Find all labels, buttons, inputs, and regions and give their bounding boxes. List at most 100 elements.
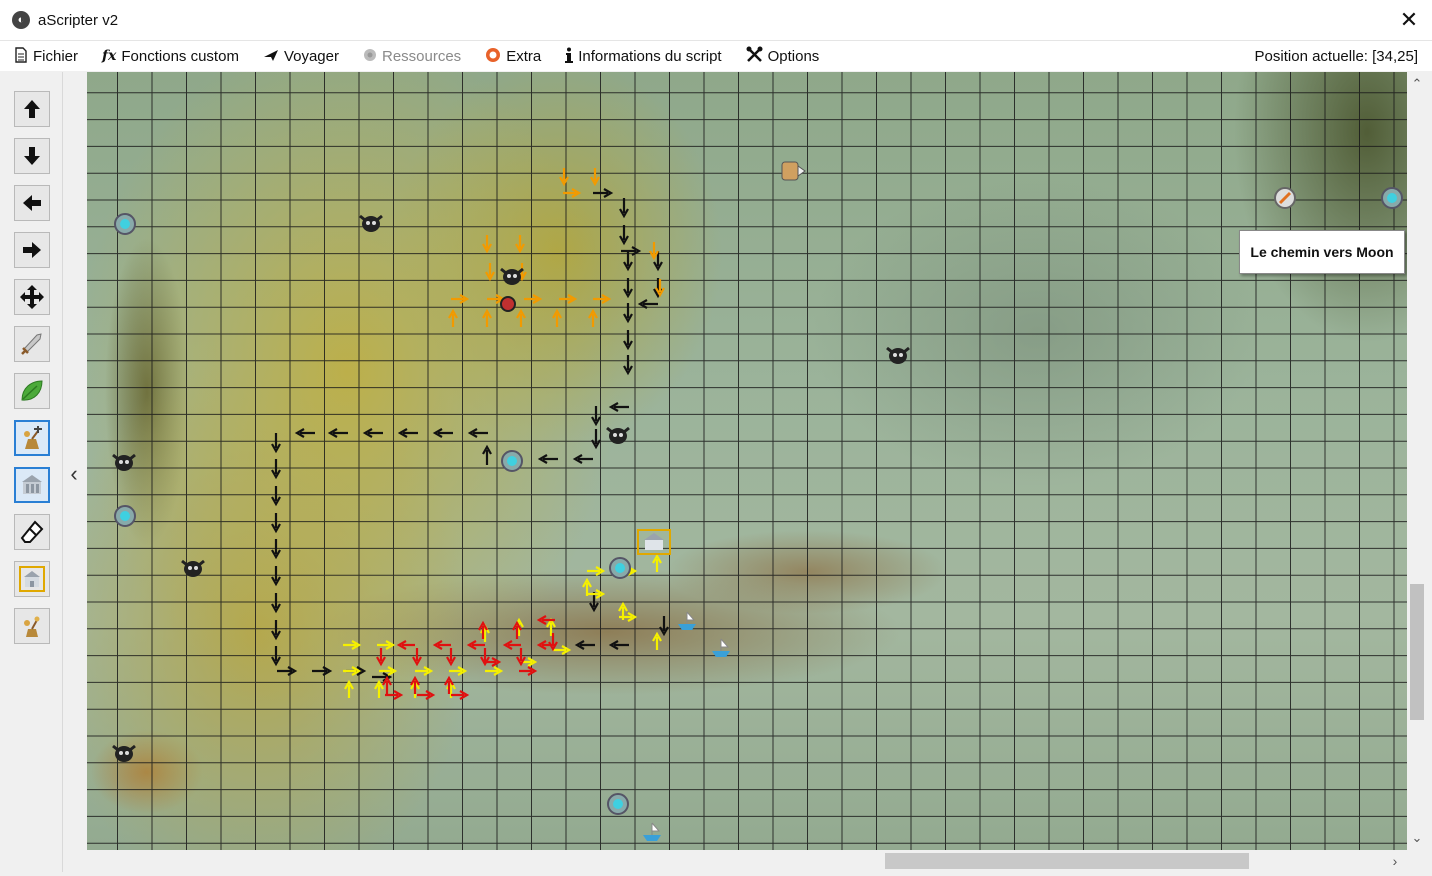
path-arrow: [502, 640, 521, 650]
path-arrow: [312, 666, 333, 676]
monster-icon: [500, 267, 524, 285]
path-arrow: [343, 640, 362, 650]
extra-icon: [485, 47, 501, 66]
scroll-down-arrow[interactable]: ⌄: [1407, 828, 1427, 848]
move-all-icon: [20, 285, 44, 309]
path-arrow: [649, 242, 659, 261]
menu-options[interactable]: Options: [732, 41, 830, 71]
zaap-move-button[interactable]: [14, 420, 50, 456]
menu-fichier[interactable]: Fichier: [0, 41, 88, 71]
collapse-panel-button[interactable]: ‹: [64, 456, 84, 492]
path-arrow: [591, 406, 601, 427]
horizontal-scrollbar[interactable]: ›: [87, 850, 1407, 872]
path-arrow: [448, 308, 458, 327]
path-arrow: [572, 454, 593, 464]
move-right-button[interactable]: [14, 232, 50, 268]
path-arrow: [559, 294, 578, 304]
horizontal-scroll-thumb[interactable]: [885, 853, 1249, 869]
arrow-right-icon: [23, 242, 41, 258]
app-logo-icon: ◐: [12, 11, 30, 29]
path-arrow: [362, 428, 383, 438]
move-down-button[interactable]: [14, 138, 50, 174]
path-arrow: [374, 679, 384, 698]
grid-lines: [87, 72, 1407, 850]
path-arrow: [485, 666, 504, 676]
path-arrow: [396, 640, 415, 650]
menu-ressources[interactable]: Ressources: [349, 41, 471, 71]
menu-bar: Fichier fx Fonctions custom Voyager Ress…: [0, 41, 1432, 71]
path-arrow: [519, 666, 538, 676]
menu-extra[interactable]: Extra: [471, 41, 551, 71]
path-arrow: [588, 308, 598, 327]
zaap-button[interactable]: [14, 608, 50, 644]
building-button[interactable]: [14, 561, 50, 597]
monster-icon: [181, 559, 205, 577]
zaap-portal-icon: [607, 793, 629, 815]
path-arrow: [417, 690, 436, 700]
gather-button[interactable]: [14, 373, 50, 409]
path-arrow: [451, 690, 470, 700]
player-position-icon: [500, 296, 516, 312]
scroll-right-arrow[interactable]: ›: [1385, 850, 1405, 872]
fight-button[interactable]: [14, 326, 50, 362]
world-map[interactable]: [87, 72, 1407, 850]
tool-panel: [0, 72, 63, 872]
vertical-scroll-thumb[interactable]: [1410, 584, 1424, 720]
move-up-button[interactable]: [14, 91, 50, 127]
menu-voyager[interactable]: Voyager: [249, 41, 349, 71]
resource-icon: [363, 48, 377, 65]
path-arrow: [432, 428, 453, 438]
info-icon: [565, 47, 574, 66]
monster-icon: [359, 214, 383, 232]
path-arrow: [344, 679, 354, 698]
close-button[interactable]: ✕: [1386, 0, 1432, 40]
zaap-portal-icon: [1381, 187, 1403, 209]
move-left-button[interactable]: [14, 185, 50, 221]
eraser-button[interactable]: [14, 514, 50, 550]
path-arrow: [652, 553, 662, 572]
path-arrow: [553, 645, 572, 655]
menu-informations[interactable]: Informations du script: [551, 41, 731, 71]
path-arrow: [379, 666, 398, 676]
monster-icon: [886, 346, 910, 364]
vertical-scrollbar[interactable]: ⌃ ⌄: [1407, 72, 1427, 850]
path-arrow: [467, 428, 488, 438]
path-arrow: [652, 631, 662, 650]
move-all-button[interactable]: [14, 279, 50, 315]
zaap-icon: [24, 426, 42, 449]
path-arrow: [377, 640, 396, 650]
zaap-portal-icon: [609, 557, 631, 579]
zaap-portal-icon: [114, 213, 136, 235]
bank-button[interactable]: [14, 467, 50, 503]
zaap-small-icon: [24, 616, 40, 637]
current-position: Position actuelle: [34,25]: [1254, 47, 1418, 65]
scroll-up-arrow[interactable]: ⌃: [1407, 74, 1427, 94]
path-arrow: [559, 168, 569, 187]
menu-extra-label: Extra: [506, 47, 542, 65]
map-tooltip: Le chemin vers Moon: [1239, 230, 1405, 274]
arrow-left-icon: [23, 195, 41, 211]
file-icon: [14, 46, 28, 66]
boat-icon: [643, 822, 661, 841]
path-arrow: [608, 640, 629, 650]
menu-ressources-label: Ressources: [381, 47, 462, 65]
map-grid: [87, 72, 1407, 850]
path-arrow: [659, 616, 669, 637]
path-arrow: [451, 294, 470, 304]
path-arrow: [619, 225, 629, 246]
path-arrow: [619, 198, 629, 219]
path-arrow: [482, 308, 492, 327]
path-arrow: [482, 235, 492, 254]
path-arrow: [327, 428, 348, 438]
monster-icon: [112, 744, 136, 762]
eraser-icon: [20, 520, 44, 543]
building-icon: [19, 566, 45, 592]
path-arrow: [277, 666, 298, 676]
menu-fonctions-custom[interactable]: fx Fonctions custom: [88, 41, 249, 71]
lantern-icon: [781, 161, 806, 181]
path-arrow: [271, 433, 281, 454]
menu-options-label: Options: [767, 47, 820, 65]
arrow-up-icon: [24, 100, 40, 118]
compass-icon: [1274, 187, 1296, 209]
path-arrow: [466, 640, 485, 650]
